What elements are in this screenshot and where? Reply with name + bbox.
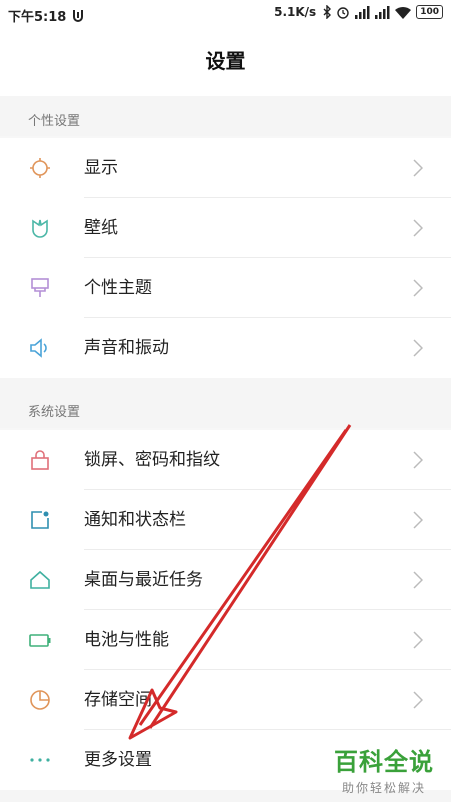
chevron-right-icon bbox=[413, 219, 423, 237]
chevron-right-icon bbox=[413, 511, 423, 529]
watermark-title: 百科全说 bbox=[334, 748, 434, 776]
usb-icon bbox=[73, 9, 84, 22]
section-label-personal: 个性设置 bbox=[28, 114, 81, 129]
settings-item-notifications[interactable]: 通知和状态栏 bbox=[0, 490, 451, 550]
settings-item-display[interactable]: 显示 bbox=[0, 138, 451, 198]
settings-item-label: 锁屏、密码和指纹 bbox=[84, 450, 220, 470]
sun-icon bbox=[30, 158, 50, 178]
more-dots-icon bbox=[30, 758, 50, 762]
brush-icon bbox=[31, 278, 49, 297]
signal-icon-2 bbox=[375, 5, 390, 19]
settings-item-wallpaper[interactable]: 壁纸 bbox=[0, 198, 451, 258]
settings-item-label: 更多设置 bbox=[84, 750, 152, 770]
page-title: 设置 bbox=[205, 49, 246, 73]
watermark-logo: 百科全说 助你轻松解决 bbox=[324, 742, 444, 796]
settings-item-battery[interactable]: 电池与性能 bbox=[0, 610, 451, 670]
bluetooth-icon bbox=[323, 5, 332, 19]
settings-item-sound[interactable]: 声音和振动 bbox=[0, 318, 451, 378]
settings-item-home[interactable]: 桌面与最近任务 bbox=[0, 550, 451, 610]
settings-item-label: 电池与性能 bbox=[84, 630, 169, 650]
settings-item-theme[interactable]: 个性主题 bbox=[0, 258, 451, 318]
chevron-right-icon bbox=[413, 631, 423, 649]
speaker-icon bbox=[30, 338, 47, 358]
chevron-right-icon bbox=[413, 159, 423, 177]
wallpaper-icon bbox=[32, 219, 48, 238]
status-bar: 下午5:18 5.1K/s 100 bbox=[0, 0, 451, 28]
network-speed: 5.1K/s bbox=[274, 5, 317, 19]
chevron-right-icon bbox=[413, 451, 423, 469]
settings-item-label: 通知和状态栏 bbox=[84, 510, 186, 530]
battery-icon bbox=[29, 634, 51, 647]
status-time: 下午5:18 bbox=[8, 10, 67, 25]
storage-pie-icon bbox=[30, 690, 50, 710]
chevron-right-icon bbox=[413, 571, 423, 589]
alarm-icon bbox=[337, 7, 349, 19]
settings-item-storage[interactable]: 存储空间 bbox=[0, 670, 451, 730]
home-icon bbox=[30, 570, 50, 589]
chevron-right-icon bbox=[413, 279, 423, 297]
wifi-icon bbox=[395, 6, 412, 19]
watermark-subtitle: 助你轻松解决 bbox=[341, 781, 426, 795]
page-header: 设置 bbox=[0, 28, 451, 96]
settings-item-label: 壁纸 bbox=[84, 218, 118, 238]
settings-item-label: 桌面与最近任务 bbox=[84, 570, 203, 590]
signal-icon bbox=[355, 5, 370, 19]
chevron-right-icon bbox=[413, 339, 423, 357]
settings-item-label: 声音和振动 bbox=[84, 338, 169, 358]
lock-icon bbox=[31, 450, 49, 470]
settings-item-label: 显示 bbox=[84, 158, 118, 178]
section-label-system: 系统设置 bbox=[28, 405, 81, 420]
settings-item-lockscreen[interactable]: 锁屏、密码和指纹 bbox=[0, 430, 451, 490]
battery-indicator: 100 bbox=[416, 5, 443, 19]
settings-item-label: 存储空间 bbox=[84, 690, 152, 710]
chevron-right-icon bbox=[413, 691, 423, 709]
notification-icon bbox=[31, 511, 49, 529]
settings-item-label: 个性主题 bbox=[84, 278, 152, 298]
